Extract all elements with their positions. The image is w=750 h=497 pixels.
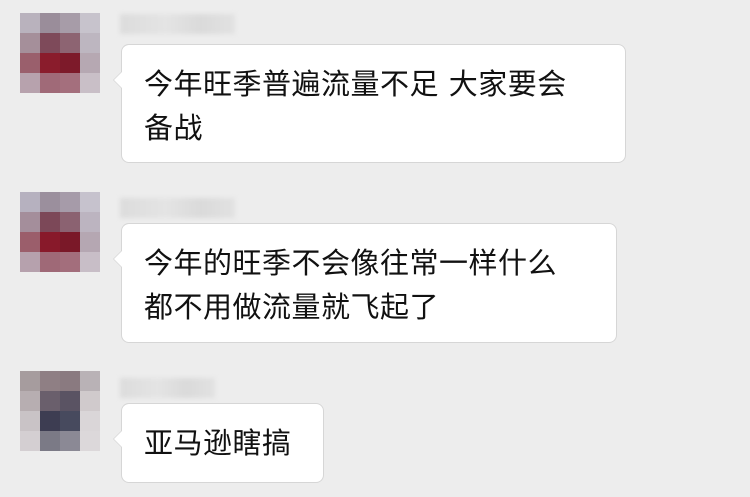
sender-name bbox=[120, 198, 235, 218]
message-text-line: 备战 bbox=[144, 111, 204, 145]
message-bubble[interactable]: 今年的旺季不会像往常一样什么 都不用做流量就飞起了 bbox=[113, 223, 617, 343]
sender-name bbox=[120, 378, 215, 398]
blurred-avatar-icon[interactable] bbox=[20, 371, 100, 451]
message-text-line: 亚马逊瞎搞 bbox=[144, 426, 292, 460]
blurred-avatar-icon[interactable] bbox=[20, 13, 100, 93]
blurred-avatar-icon[interactable] bbox=[20, 192, 100, 272]
message-text-line: 都不用做流量就飞起了 bbox=[144, 290, 440, 324]
message-bubble[interactable]: 今年旺季普遍流量不足 大家要会 备战 bbox=[113, 44, 626, 163]
message-text-line: 今年旺季普遍流量不足 大家要会 bbox=[144, 67, 567, 101]
sender-name bbox=[120, 14, 235, 34]
message-bubble[interactable]: 亚马逊瞎搞 bbox=[113, 403, 324, 483]
chat-window: 今年旺季普遍流量不足 大家要会 备战 今年的旺季不会像往常一样什么 都不用做流量… bbox=[0, 0, 750, 497]
message-text-line: 今年的旺季不会像往常一样什么 bbox=[144, 246, 558, 280]
